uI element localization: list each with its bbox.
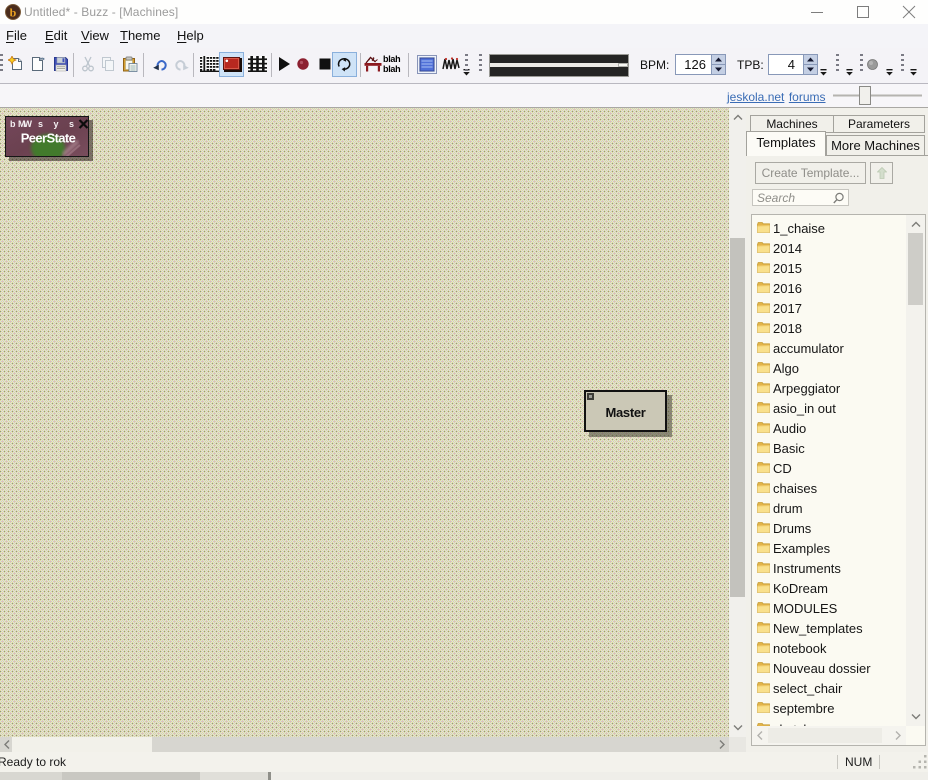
svg-text:PeerState: PeerState: [21, 131, 76, 146]
svg-text:b: b: [10, 6, 17, 20]
svg-text:b: b: [10, 119, 16, 129]
svg-text:s y s: s y s: [38, 119, 78, 129]
